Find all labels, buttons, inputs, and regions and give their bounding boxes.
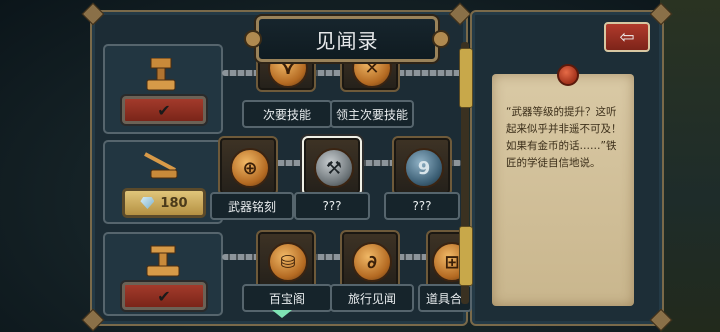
title-knob — [432, 30, 450, 48]
back-arrow-icon: ⇦ — [619, 26, 635, 48]
unlocked-check-button[interactable]: ✔ — [122, 282, 206, 310]
skill-label: ??? — [294, 192, 370, 220]
background-right-scene — [660, 0, 720, 332]
treasure-pot-icon: ⛁ — [268, 242, 308, 282]
scrollbar-thumb[interactable] — [459, 48, 473, 108]
skill-label: 领主次要技能 — [330, 100, 414, 128]
title-knob — [244, 30, 262, 48]
gem-icon — [140, 197, 155, 209]
description-text: “武器等级的提升？这听起来似乎并非遥不可及！如果有金币的话……”铁匠的学徒自信地… — [506, 106, 622, 169]
skill-tile[interactable]: ⊕ — [218, 136, 278, 196]
weapon-rune-icon: ⊕ — [230, 148, 270, 188]
skill-tile[interactable]: 9 — [392, 136, 452, 196]
hammer-anvil-icon — [146, 245, 180, 277]
back-button[interactable]: ⇦ — [604, 22, 650, 52]
unlocked-check-button[interactable]: ✔ — [122, 96, 206, 124]
skill-label: ??? — [384, 192, 460, 220]
check-icon: ✔ — [157, 100, 171, 120]
unlock-cost-button[interactable]: 180 — [122, 188, 206, 218]
skill-label: 武器铭刻 — [210, 192, 294, 220]
travel-horn-icon: ∂ — [352, 242, 392, 282]
skill-tile[interactable]: ∂ — [340, 230, 400, 290]
skill-tile-selected[interactable]: ⚒ — [302, 136, 362, 196]
skill-label: 旅行见闻 — [330, 284, 414, 312]
skill-label: 次要技能 — [242, 100, 332, 128]
page-title: 见闻录 — [256, 16, 438, 62]
check-icon: ✔ — [157, 286, 171, 306]
scroll-down-indicator-icon[interactable] — [272, 310, 292, 318]
unlock-cost: 180 — [160, 195, 188, 211]
anvil-stand-icon — [146, 58, 176, 91]
sword-anvil-icon — [144, 152, 178, 179]
skill-label: 百宝阁 — [242, 284, 332, 312]
anvil-icon: ⚒ — [314, 148, 354, 188]
scrollbar-thumb[interactable] — [459, 226, 473, 286]
skill-tile[interactable]: ⛁ — [256, 230, 316, 290]
swirl-nine-icon: 9 — [404, 148, 444, 188]
pin-icon — [557, 64, 579, 86]
